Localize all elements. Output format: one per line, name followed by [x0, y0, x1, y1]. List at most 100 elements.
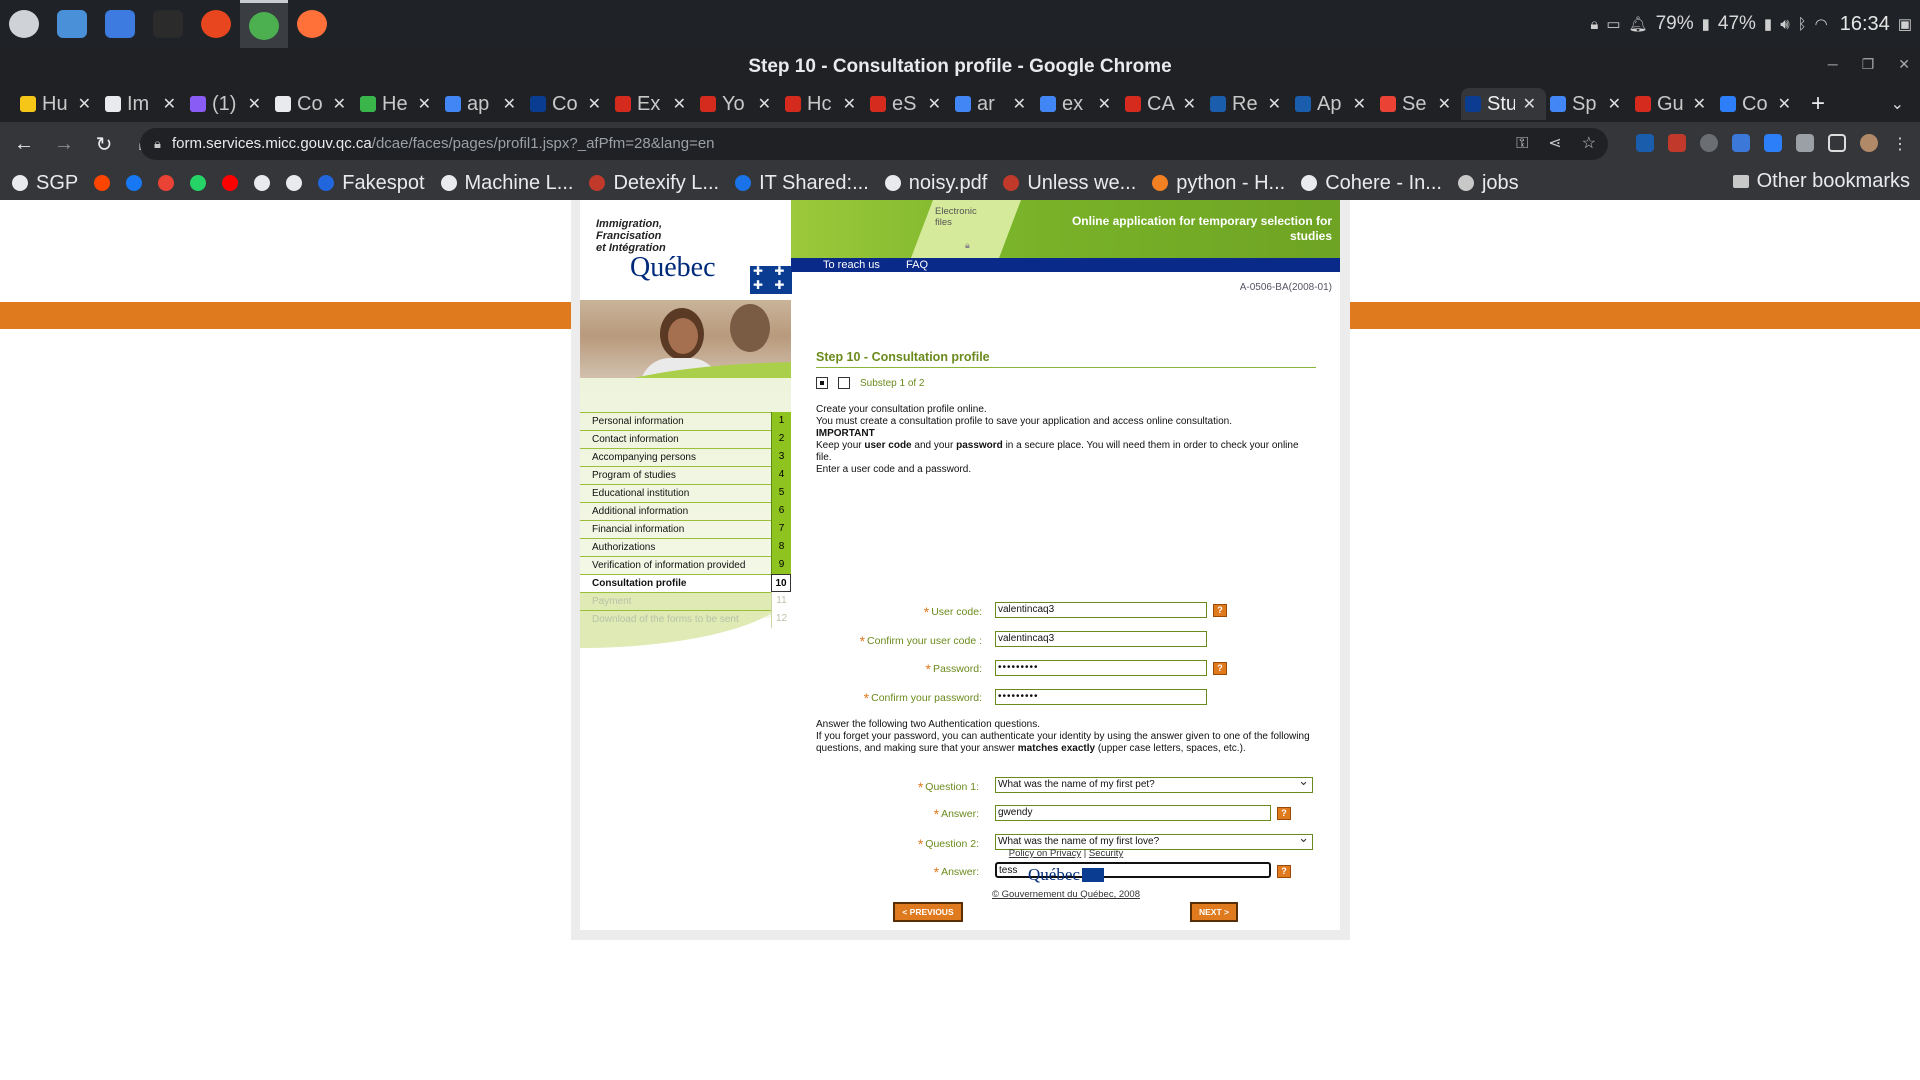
menu-step-9[interactable]: Verification of information provided 9	[580, 556, 791, 574]
bell-icon[interactable]: 🔔︎	[1629, 15, 1648, 33]
browser-tab[interactable]: Im ✕	[101, 88, 186, 120]
browser-tab[interactable]: Stu ✕	[1461, 88, 1546, 120]
bookmark-item[interactable]	[222, 175, 239, 191]
wifi-icon[interactable]: ◠	[1815, 15, 1828, 33]
brave-app-icon[interactable]	[192, 0, 240, 48]
browser-tab[interactable]: Ex ✕	[611, 88, 696, 120]
file-manager-app-icon[interactable]	[48, 0, 96, 48]
browser-tab[interactable]: Re ✕	[1206, 88, 1291, 120]
help-link[interactable]: Help	[1150, 309, 1178, 320]
menu-step-6[interactable]: Additional information 6	[580, 502, 791, 520]
bookmark-item[interactable]: IT Shared:...	[735, 172, 869, 195]
next-button[interactable]: NEXT >	[1190, 902, 1238, 922]
question1-select[interactable]: What was the name of my first pet?	[995, 774, 1313, 793]
bookmark-item[interactable]	[286, 175, 303, 191]
tab-close-icon[interactable]: ✕	[1778, 94, 1791, 114]
menu-step-5[interactable]: Educational institution 5	[580, 484, 791, 502]
tab-close-icon[interactable]: ✕	[1013, 94, 1026, 114]
browser-tab[interactable]: Co ✕	[526, 88, 611, 120]
copyright-link[interactable]: © Gouvernement du Québec, 2008	[992, 889, 1140, 900]
browser-tab[interactable]: Yo ✕	[696, 88, 781, 120]
menu-step-4[interactable]: Program of studies 4	[580, 466, 791, 484]
answer1-input[interactable]: gwendy	[995, 805, 1271, 821]
tab-close-icon[interactable]: ✕	[1353, 94, 1366, 114]
tab-close-icon[interactable]: ✕	[673, 94, 686, 114]
browser-tab[interactable]: Hc ✕	[781, 88, 866, 120]
terminal-app-icon[interactable]	[144, 0, 192, 48]
tab-close-icon[interactable]: ✕	[928, 94, 941, 114]
browser-tab[interactable]: ex ✕	[1036, 88, 1121, 120]
tab-close-icon[interactable]: ✕	[588, 94, 601, 114]
firefox-app-icon[interactable]	[288, 0, 336, 48]
show-desktop-icon[interactable]: ▣	[1898, 15, 1912, 33]
store-app-icon[interactable]	[96, 0, 144, 48]
bookmark-item[interactable]	[94, 175, 111, 191]
extension-shield-icon[interactable]	[1636, 134, 1654, 152]
lock-icon[interactable]: 🔒︎	[1590, 16, 1598, 33]
password-help-icon[interactable]: ?	[1213, 662, 1227, 675]
tab-close-icon[interactable]: ✕	[1523, 94, 1536, 114]
browser-tab[interactable]: Se ✕	[1376, 88, 1461, 120]
chrome-app-icon[interactable]	[240, 0, 288, 48]
tab-close-icon[interactable]: ✕	[843, 94, 856, 114]
bookmark-star-icon[interactable]: ☆	[1582, 128, 1596, 160]
quebec-logo[interactable]: Immigration, Francisation et Intégration…	[596, 218, 792, 298]
confirm-password-input[interactable]: •••••••••	[995, 689, 1207, 705]
menu-step-3[interactable]: Accompanying persons 3	[580, 448, 791, 466]
tab-close-icon[interactable]: ✕	[333, 94, 346, 114]
browser-tab[interactable]: Ap ✕	[1291, 88, 1376, 120]
tab-close-icon[interactable]: ✕	[1608, 94, 1621, 114]
browser-tab[interactable]: He ✕	[356, 88, 441, 120]
browser-menu-icon[interactable]: ⋮	[1892, 134, 1908, 154]
menu-step-8[interactable]: Authorizations 8	[580, 538, 791, 556]
padlock-icon[interactable]: 🔒︎	[154, 128, 161, 160]
tab-close-icon[interactable]: ✕	[418, 94, 431, 114]
browser-tab[interactable]: Hu ✕	[16, 88, 101, 120]
extension-blue-icon[interactable]	[1732, 134, 1750, 152]
reload-icon[interactable]: ↻	[88, 132, 120, 157]
previous-button[interactable]: < PREVIOUS	[893, 902, 963, 922]
browser-tab[interactable]: Co ✕	[271, 88, 356, 120]
bookmark-item[interactable]: Detexify L...	[589, 172, 719, 195]
profile-avatar[interactable]	[1860, 134, 1878, 152]
browser-tab[interactable]: ar ✕	[951, 88, 1036, 120]
browser-tab[interactable]: ap ✕	[441, 88, 526, 120]
share-icon[interactable]: ⋖	[1548, 128, 1561, 160]
browser-tab[interactable]: (1) ✕	[186, 88, 271, 120]
bluetooth-icon[interactable]: ᛒ	[1798, 16, 1807, 33]
to-reach-us-link[interactable]: To reach us	[823, 259, 880, 271]
bookmark-item[interactable]: python - H...	[1152, 172, 1285, 195]
confirm-user-code-input[interactable]: valentincaq3	[995, 631, 1207, 647]
security-link[interactable]: Security	[1089, 848, 1123, 859]
bookmark-item[interactable]: Fakespot	[318, 172, 425, 195]
bookmark-item[interactable]	[158, 175, 175, 191]
user-code-help-icon[interactable]: ?	[1213, 604, 1227, 617]
size-of-text-link[interactable]: Size of text	[1207, 309, 1263, 320]
new-tab-button[interactable]: +	[1811, 90, 1825, 118]
tab-close-icon[interactable]: ✕	[163, 94, 176, 114]
tab-close-icon[interactable]: ✕	[1098, 94, 1111, 114]
tab-close-icon[interactable]: ✕	[503, 94, 516, 114]
tab-close-icon[interactable]: ✕	[78, 94, 91, 114]
tab-close-icon[interactable]: ✕	[1268, 94, 1281, 114]
key-icon[interactable]: ⚿	[1516, 128, 1528, 160]
tab-search-icon[interactable]: ⌄	[1891, 94, 1904, 114]
tab-close-icon[interactable]: ✕	[248, 94, 261, 114]
password-input[interactable]: •••••••••	[995, 660, 1207, 676]
tab-close-icon[interactable]: ✕	[1693, 94, 1706, 114]
other-bookmarks[interactable]: Other bookmarks	[1732, 170, 1910, 193]
privacy-link[interactable]: Policy on Privacy	[1009, 848, 1081, 859]
bookmark-item[interactable]: SGP	[12, 172, 78, 195]
bookmark-item[interactable]: noisy.pdf	[884, 172, 987, 195]
user-code-input[interactable]: valentincaq3	[995, 602, 1207, 618]
bookmark-item[interactable]: Machine L...	[440, 172, 573, 195]
close-window-icon[interactable]: ✕	[1898, 56, 1910, 73]
bookmark-item[interactable]	[254, 175, 271, 191]
clock[interactable]: 16:34	[1840, 13, 1890, 36]
extension-check-icon[interactable]	[1700, 134, 1718, 152]
folder-icon[interactable]: ▭	[1606, 15, 1620, 33]
menu-step-2[interactable]: Contact information 2	[580, 430, 791, 448]
extensions-puzzle-icon[interactable]	[1796, 134, 1814, 152]
faq-link[interactable]: FAQ	[906, 259, 928, 271]
quit-link[interactable]: Quit	[1291, 309, 1316, 320]
